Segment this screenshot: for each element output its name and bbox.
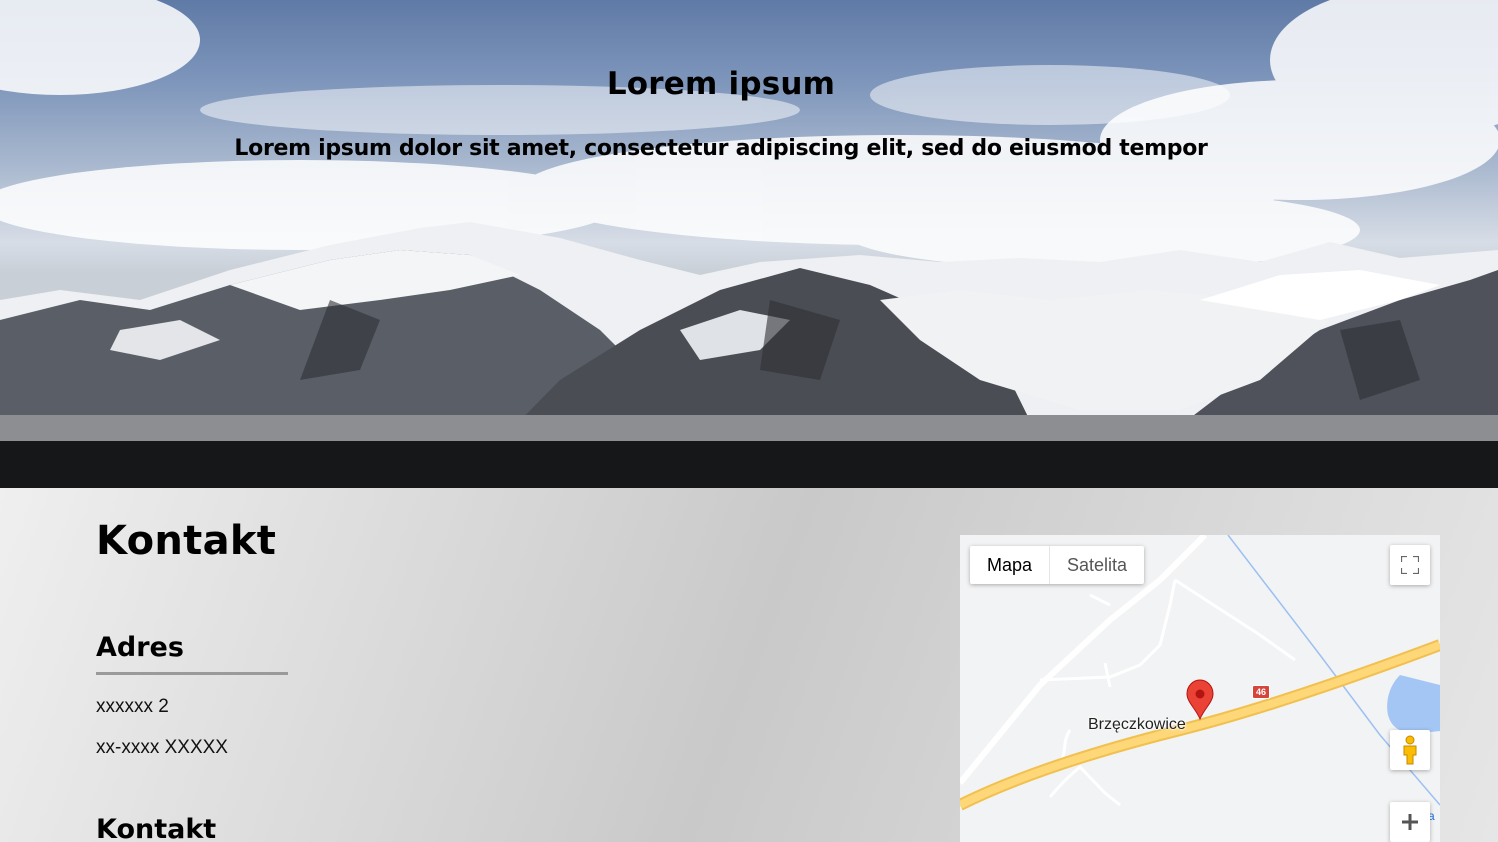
- hero-subtitle: Lorem ipsum dolor sit amet, consectetur …: [234, 136, 1208, 161]
- embedded-map[interactable]: 46 Brzęczkowice a l Mapa Satelita: [960, 535, 1440, 842]
- map-type-map-button[interactable]: Mapa: [970, 546, 1049, 584]
- map-place-label: Brzęczkowice: [1088, 716, 1186, 733]
- fullscreen-icon: [1401, 556, 1419, 574]
- address-underline: [96, 672, 288, 675]
- address-line-1: xxxxxx 2: [96, 696, 169, 717]
- hero-title: Lorem ipsum: [606, 66, 836, 102]
- hero-banner: Lorem ipsum Lorem ipsum dolor sit amet, …: [0, 0, 1498, 441]
- map-type-satellite-button[interactable]: Satelita: [1049, 546, 1144, 584]
- contact-section: Kontakt Adres xxxxxx 2 xx-xxxx XXXXX Kon…: [0, 488, 1498, 842]
- contact-title: Kontakt: [96, 518, 277, 564]
- address-heading: Adres: [96, 632, 184, 663]
- address-line-2: xx-xxxx XXXXX: [96, 737, 228, 758]
- water-area: [1387, 675, 1440, 734]
- location-marker-icon[interactable]: [1186, 679, 1214, 721]
- zoom-in-button[interactable]: [1390, 802, 1430, 842]
- zoom-in-icon: [1402, 814, 1418, 830]
- divider-bar: [0, 441, 1498, 488]
- map-type-control: Mapa Satelita: [970, 546, 1145, 584]
- pegman-icon: [1403, 735, 1417, 765]
- main-road: [960, 641, 1440, 809]
- fullscreen-button[interactable]: [1390, 545, 1430, 585]
- road-number-badge: 46: [1252, 685, 1271, 699]
- street-view-button[interactable]: [1390, 730, 1430, 770]
- contact-subheading: Kontakt: [96, 814, 217, 842]
